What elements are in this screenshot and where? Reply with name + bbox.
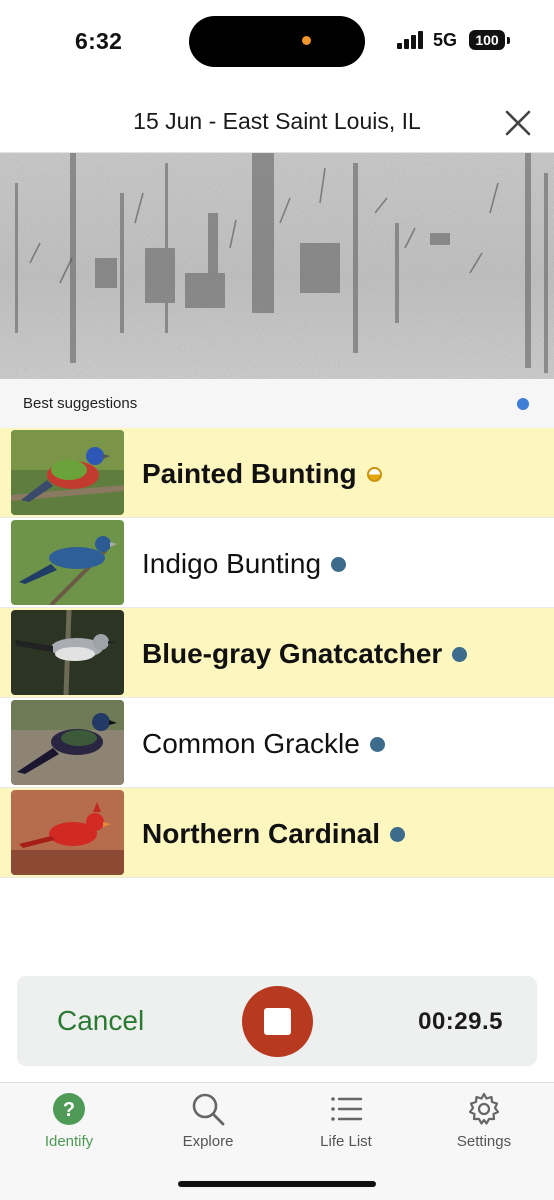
blue-gray-gnatcatcher-photo bbox=[11, 610, 124, 695]
mic-indicator-icon bbox=[302, 36, 311, 45]
suggestions-header: Best suggestions bbox=[0, 379, 554, 428]
network-type: 5G bbox=[433, 30, 458, 50]
species-name: Northern Cardinal bbox=[142, 818, 406, 850]
species-name: Common Grackle bbox=[142, 728, 385, 760]
recording-bar: Cancel 00:29.5 bbox=[17, 976, 537, 1066]
half-circle-icon bbox=[366, 466, 382, 482]
battery-tip bbox=[507, 37, 510, 44]
check-icon bbox=[369, 736, 385, 752]
close-icon[interactable] bbox=[503, 108, 533, 138]
status-time: 6:32 bbox=[75, 28, 123, 54]
species-row-northern-cardinal[interactable]: Northern Cardinal bbox=[0, 788, 554, 878]
elapsed-time: 00:29.5 bbox=[418, 1008, 503, 1035]
suggestions-label: Best suggestions bbox=[23, 395, 138, 412]
list-icon bbox=[331, 1097, 363, 1121]
svg-text:?: ? bbox=[63, 1099, 75, 1121]
gear-icon bbox=[468, 1092, 500, 1125]
tab-identify[interactable]: ? Identify bbox=[9, 1091, 129, 1150]
status-bar: 6:32 5G 100 bbox=[0, 0, 554, 84]
tab-life-list[interactable]: Life List bbox=[286, 1091, 406, 1150]
northern-cardinal-photo bbox=[11, 790, 124, 875]
listening-indicator-dot bbox=[517, 398, 529, 410]
header: 15 Jun - East Saint Louis, IL bbox=[0, 84, 554, 153]
tab-label: Life List bbox=[320, 1133, 372, 1150]
cellular-signal-icon bbox=[397, 31, 425, 49]
species-list: Painted Bunting Indigo Bunting Blue-gray… bbox=[0, 428, 554, 878]
battery-icon: 100 bbox=[469, 30, 505, 50]
dynamic-island bbox=[189, 16, 365, 67]
tab-label: Identify bbox=[44, 1133, 94, 1150]
stop-icon bbox=[264, 1008, 291, 1035]
tab-settings[interactable]: Settings bbox=[424, 1091, 544, 1150]
tab-label: Settings bbox=[456, 1133, 512, 1150]
magnifier-icon bbox=[192, 1093, 225, 1126]
home-indicator[interactable] bbox=[178, 1181, 376, 1187]
species-name: Blue-gray Gnatcatcher bbox=[142, 638, 468, 670]
common-grackle-photo bbox=[11, 700, 124, 785]
tab-explore[interactable]: Explore bbox=[148, 1091, 268, 1150]
page-title: 15 Jun - East Saint Louis, IL bbox=[133, 108, 421, 134]
spectrogram bbox=[0, 153, 554, 379]
check-icon bbox=[331, 556, 347, 572]
cancel-button[interactable]: Cancel bbox=[57, 1005, 144, 1037]
species-row-indigo-bunting[interactable]: Indigo Bunting bbox=[0, 518, 554, 608]
stop-recording-button[interactable] bbox=[242, 986, 313, 1057]
question-circle-icon: ? bbox=[53, 1093, 85, 1125]
species-row-blue-gray-gnatcatcher[interactable]: Blue-gray Gnatcatcher bbox=[0, 608, 554, 698]
check-icon bbox=[390, 826, 406, 842]
painted-bunting-photo bbox=[11, 430, 124, 515]
species-name: Indigo Bunting bbox=[142, 548, 347, 580]
species-row-common-grackle[interactable]: Common Grackle bbox=[0, 698, 554, 788]
tab-label: Explore bbox=[182, 1133, 234, 1150]
indigo-bunting-photo bbox=[11, 520, 124, 605]
species-row-painted-bunting[interactable]: Painted Bunting bbox=[0, 428, 554, 518]
check-icon bbox=[452, 646, 468, 662]
species-name: Painted Bunting bbox=[142, 458, 382, 490]
